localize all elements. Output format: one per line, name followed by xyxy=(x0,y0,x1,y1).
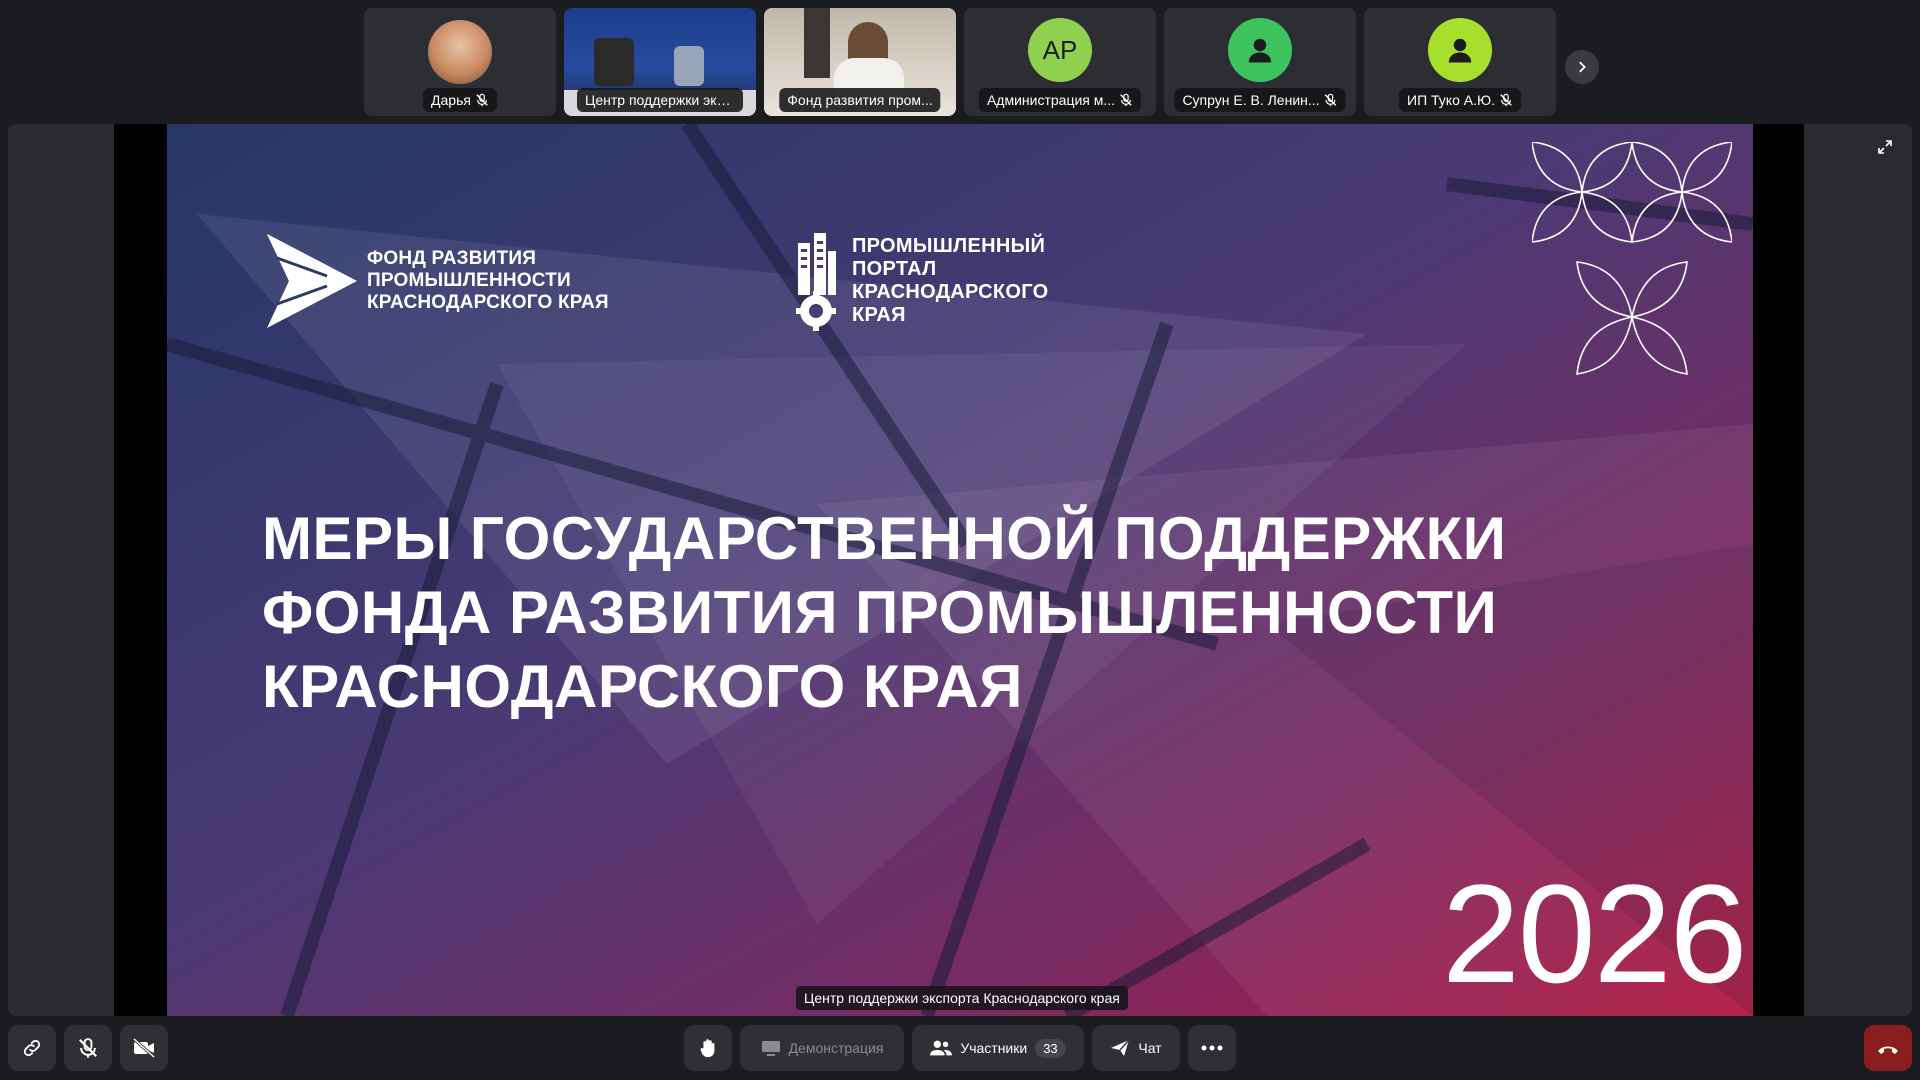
link-icon xyxy=(23,1039,41,1057)
screen-share-button[interactable]: Демонстрация xyxy=(740,1025,904,1071)
microphone-toggle-button[interactable] xyxy=(64,1025,112,1071)
participant-tile[interactable]: Центр поддержки экс... xyxy=(564,8,756,116)
participant-name: Дарья xyxy=(431,92,471,108)
chat-button[interactable]: Чат xyxy=(1092,1025,1180,1071)
participants-count-badge: 33 xyxy=(1035,1038,1066,1058)
participant-tile-active-speaker[interactable]: Фонд развития пром... xyxy=(764,8,956,116)
slide-year: 2026 xyxy=(1442,855,1747,1012)
factory-gear-logo-icon xyxy=(796,233,836,331)
people-icon xyxy=(930,1040,953,1056)
user-icon xyxy=(1248,38,1272,63)
more-options-button[interactable] xyxy=(1188,1025,1236,1071)
user-icon xyxy=(1448,38,1472,63)
petal-ornament xyxy=(1532,142,1732,375)
chevron-right-icon xyxy=(1579,61,1586,73)
slide-title: МЕРЫ ГОСУДАРСТВЕННОЙ ПОДДЕРЖКИ ФОНДА РАЗ… xyxy=(262,505,1507,720)
participant-name: Центр поддержки экс... xyxy=(585,92,735,108)
mic-off-icon xyxy=(78,1038,98,1058)
copy-link-button[interactable] xyxy=(8,1025,56,1071)
participant-name: Супрун Е. В. Ленин... xyxy=(1182,92,1320,108)
expand-icon xyxy=(1878,140,1892,154)
industrial-portal-logo: ПРОМЫШЛЕННЫЙ ПОРТАЛ КРАСНОДАРСКОГО КРАЯ xyxy=(792,229,1049,333)
industrial-portal-logo-text: ПРОМЫШЛЕННЫЙ ПОРТАЛ КРАСНОДАРСКОГО КРАЯ xyxy=(852,235,1049,326)
participants-label: Участники xyxy=(960,1040,1028,1056)
participants-button[interactable]: Участники 33 xyxy=(912,1025,1084,1071)
participant-tile[interactable]: АР Администрация м... xyxy=(964,8,1156,116)
end-call-button[interactable] xyxy=(1864,1025,1912,1071)
hand-icon xyxy=(700,1039,715,1058)
fund-logo: ФОНД РАЗВИТИЯ ПРОМЫШЛЕННОСТИ КРАСНОДАРСК… xyxy=(267,234,609,328)
participants-next-button[interactable] xyxy=(1565,50,1599,84)
camera-off-icon xyxy=(132,1037,156,1059)
participant-namebar: Супрун Е. В. Ленин... xyxy=(1174,88,1346,112)
paper-plane-logo-icon xyxy=(267,234,357,328)
participant-name: Фонд развития пром... xyxy=(787,92,933,108)
mic-off-icon xyxy=(476,93,488,107)
fullscreen-button[interactable] xyxy=(1870,132,1900,162)
participant-avatar-user-icon xyxy=(1228,18,1292,82)
mic-off-icon xyxy=(1500,93,1512,107)
participant-strip: Дарья Центр поддержки экс... Фонд развит… xyxy=(364,8,1556,116)
participant-avatar-initials: АР xyxy=(1028,18,1092,82)
participant-namebar: ИП Туко А.Ю. xyxy=(1399,88,1521,112)
more-dots-icon xyxy=(1201,1045,1223,1051)
camera-toggle-button[interactable] xyxy=(120,1025,168,1071)
participant-avatar-photo xyxy=(428,20,492,84)
hang-up-icon xyxy=(1878,1046,1898,1054)
screen-share-stage: ФОНД РАЗВИТИЯ ПРОМЫШЛЕННОСТИ КРАСНОДАРСК… xyxy=(8,124,1912,1016)
participant-avatar-user-icon xyxy=(1428,18,1492,82)
participant-namebar: Администрация м... xyxy=(978,88,1142,112)
mic-off-icon xyxy=(1120,93,1132,107)
participant-name: ИП Туко А.Ю. xyxy=(1407,92,1495,108)
screen-share-icon xyxy=(761,1041,780,1056)
participant-name: Администрация м... xyxy=(986,92,1116,108)
mic-off-icon xyxy=(1324,93,1337,107)
participant-tile[interactable]: Супрун Е. В. Ленин... xyxy=(1164,8,1356,116)
fund-logo-text: ФОНД РАЗВИТИЯ ПРОМЫШЛЕННОСТИ КРАСНОДАРСК… xyxy=(367,248,609,313)
participant-tile[interactable]: ИП Туко А.Ю. xyxy=(1364,8,1556,116)
speaker-name-label: Центр поддержки экспорта Краснодарского … xyxy=(796,986,1128,1010)
send-icon xyxy=(1111,1039,1130,1056)
participant-namebar: Центр поддержки экс... xyxy=(577,88,743,112)
participant-namebar: Дарья xyxy=(423,88,497,112)
presentation-slide: ФОНД РАЗВИТИЯ ПРОМЫШЛЕННОСТИ КРАСНОДАРСК… xyxy=(167,124,1753,1016)
raise-hand-button[interactable] xyxy=(684,1025,732,1071)
participant-tile[interactable]: Дарья xyxy=(364,8,556,116)
screen-share-label: Демонстрация xyxy=(788,1040,884,1056)
chat-label: Чат xyxy=(1138,1040,1162,1056)
participant-namebar: Фонд развития пром... xyxy=(779,88,941,112)
